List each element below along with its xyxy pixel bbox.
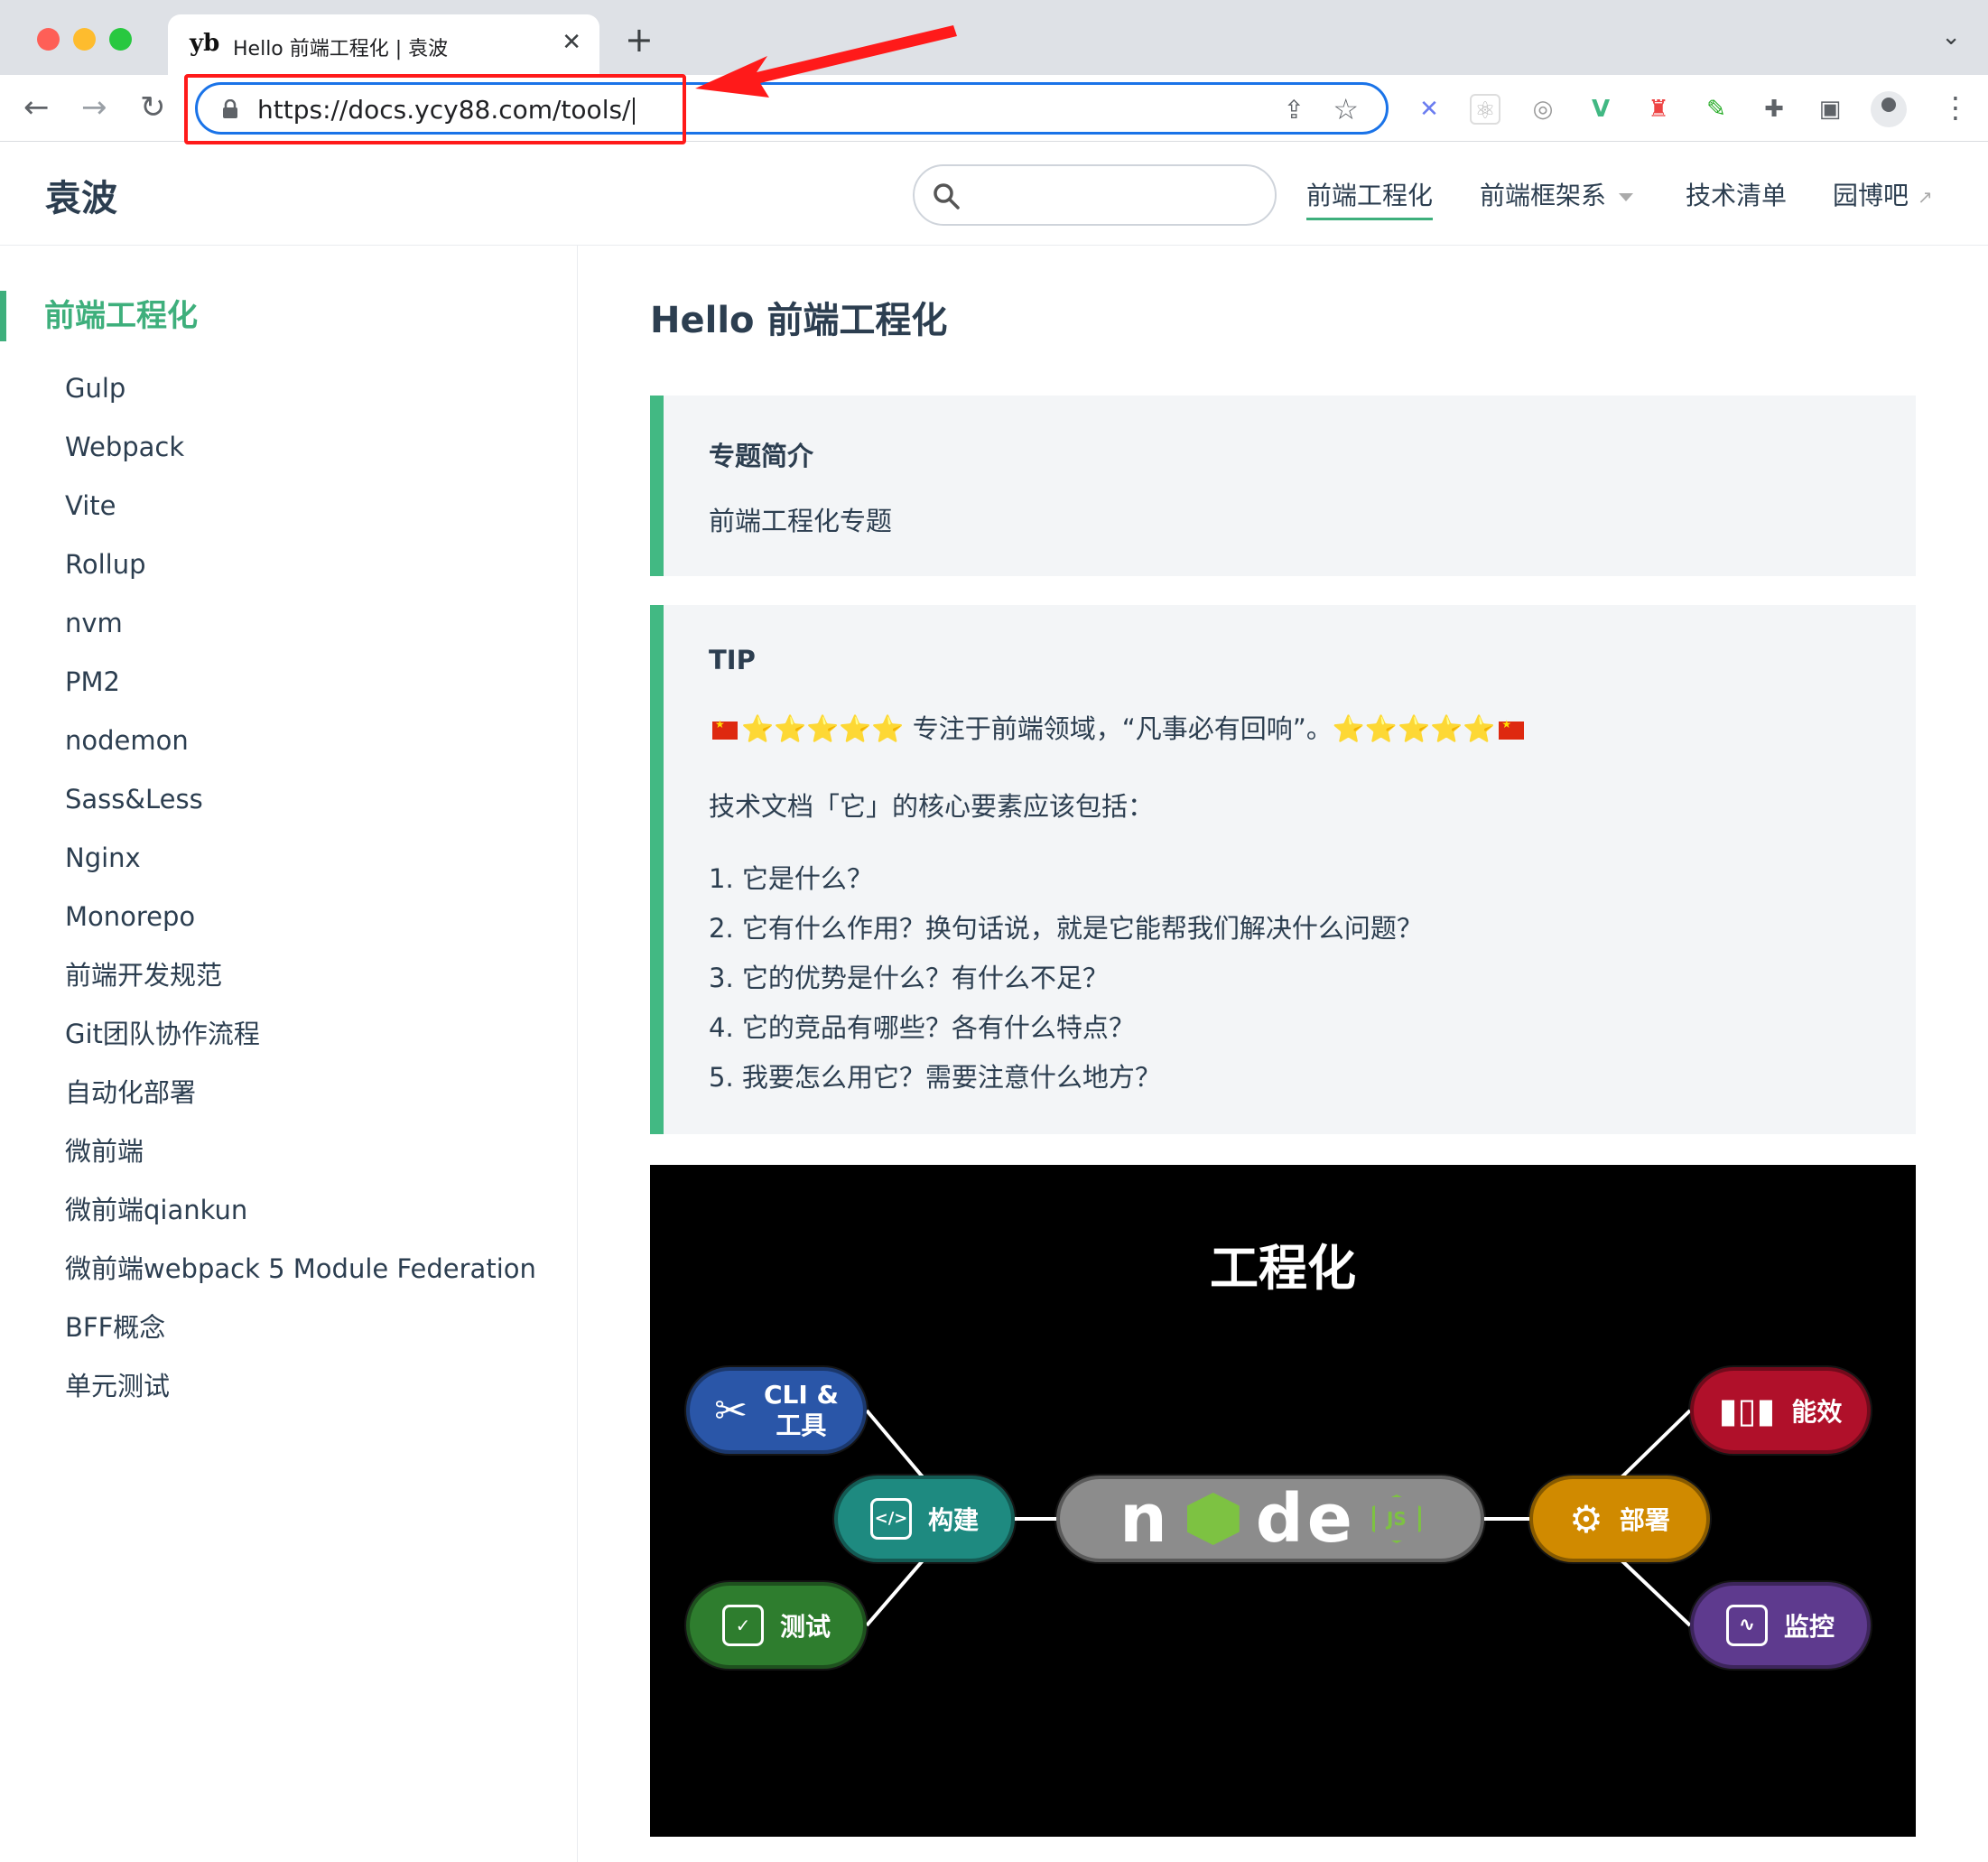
code-window-icon: </> xyxy=(869,1498,912,1540)
tip-callout: TIP ⭐⭐⭐⭐⭐ 专注于前端领域，“凡事必有回响”。⭐⭐⭐⭐⭐ 技术文档「它」… xyxy=(650,605,1916,1134)
nav-link-frameworks[interactable]: 前端框架系 xyxy=(1480,176,1634,212)
nodejs-hexagon-icon xyxy=(1186,1493,1240,1545)
diagram-node-build-label: 构建 xyxy=(927,1505,979,1535)
nav-link-frameworks-label: 前端框架系 xyxy=(1480,181,1607,210)
tip-list: 1. 它是什么？ 2. 它有什么作用？换句话说，就是它能帮我们解决什么问题？ 3. … xyxy=(709,858,1423,1106)
sidebar: 前端工程化 Gulp Webpack Vite Rollup nvm PM2 nodemon… xyxy=(0,246,578,1862)
sidebar-list: Gulp Webpack Vite Rollup nvm PM2 nodemon Sass&L… xyxy=(65,372,536,1429)
diagram-node-performance: ▮▯▮ 能效 xyxy=(1690,1367,1871,1454)
external-link-icon: ↗ xyxy=(1918,186,1933,208)
stars-left: ⭐⭐⭐⭐⭐ xyxy=(741,713,905,744)
china-flag-icon xyxy=(712,718,738,740)
sidebar-heading[interactable]: 前端工程化 xyxy=(0,291,198,341)
engineering-diagram-image: 工程化 ✂ CLI & 工具 </> 构建 ✓ 测试 ▮▯▮ 能效 ⚙ 部署 ∿… xyxy=(650,1165,1916,1837)
sidebar-item[interactable]: PM2 xyxy=(65,666,536,724)
sidebar-item[interactable]: nodemon xyxy=(65,724,536,783)
tip-motto: 专注于前端领域，“凡事必有回响”。 xyxy=(904,713,1333,744)
sidebar-item[interactable]: Sass&Less xyxy=(65,783,536,842)
nodejs-logo-n: n xyxy=(1119,1480,1171,1558)
intro-callout: 专题简介 前端工程化专题 xyxy=(650,396,1916,576)
sidebar-item[interactable]: Gulp xyxy=(65,372,536,431)
sidebar-item[interactable]: Git团队协作流程 xyxy=(65,1018,536,1076)
diagram-node-cli-label: CLI & 工具 xyxy=(763,1380,839,1440)
diagram-node-monitor-label: 监控 xyxy=(1783,1612,1835,1642)
sidebar-item[interactable]: 前端开发规范 xyxy=(65,959,536,1018)
sidebar-item[interactable]: Vite xyxy=(65,489,536,548)
sidebar-item[interactable]: Rollup xyxy=(65,548,536,607)
intro-title: 专题简介 xyxy=(709,441,814,471)
tip-list-item: 2. 它有什么作用？换句话说，就是它能帮我们解决什么问题？ xyxy=(709,913,1423,944)
sidebar-item[interactable]: 微前端qiankun xyxy=(65,1194,536,1252)
nodejs-js-badge: JS xyxy=(1371,1494,1421,1543)
diagram-node-nodejs: n node de JS xyxy=(1056,1476,1484,1562)
tip-lead: 技术文档「它」的核心要素应该包括： xyxy=(709,791,1155,822)
tip-list-item: 1. 它是什么？ xyxy=(709,863,873,894)
diagram-node-monitor: ∿ 监控 xyxy=(1690,1582,1871,1669)
tip-list-item: 3. 它的优势是什么？有什么不足？ xyxy=(709,963,1109,993)
sidebar-item[interactable]: Webpack xyxy=(65,431,536,489)
sidebar-item[interactable]: nvm xyxy=(65,607,536,666)
bar-chart-icon: ▮▯▮ xyxy=(1718,1391,1776,1430)
sidebar-item[interactable]: 微前端webpack 5 Module Federation xyxy=(65,1252,536,1311)
gear-icon: ⚙ xyxy=(1569,1496,1603,1541)
tip-title: TIP xyxy=(709,645,756,675)
nav-link-cnblogs-label: 园博吧 xyxy=(1833,181,1909,210)
search-icon xyxy=(934,183,960,209)
tip-motto-line: ⭐⭐⭐⭐⭐ 专注于前端领域，“凡事必有回响”。⭐⭐⭐⭐⭐ xyxy=(709,708,1528,746)
nodejs-logo-de: de xyxy=(1255,1480,1356,1558)
diagram-node-test: ✓ 测试 xyxy=(686,1582,867,1669)
page-title: Hello 前端工程化 xyxy=(650,300,948,341)
sidebar-item[interactable]: 自动化部署 xyxy=(65,1076,536,1135)
diagram-node-test-label: 测试 xyxy=(779,1612,831,1642)
nav-link-cnblogs[interactable]: 园博吧 ↗ xyxy=(1833,176,1933,212)
diagram-node-cli-tools: ✂ CLI & 工具 xyxy=(686,1367,867,1454)
clipboard-icon: ✓ xyxy=(721,1605,764,1646)
diagram-node-deploy: ⚙ 部署 xyxy=(1529,1476,1710,1562)
sidebar-item[interactable]: 微前端 xyxy=(65,1135,536,1194)
diagram-title: 工程化 xyxy=(1210,1240,1356,1297)
dropdown-caret-icon xyxy=(1619,192,1634,201)
monitor-icon: ∿ xyxy=(1725,1605,1768,1646)
sidebar-item[interactable]: Monorepo xyxy=(65,900,536,959)
nav-link-frontend-engineering[interactable]: 前端工程化 xyxy=(1306,176,1434,220)
intro-text: 前端工程化专题 xyxy=(709,506,893,536)
sidebar-item[interactable]: Nginx xyxy=(65,842,536,900)
diagram-node-perf-label: 能效 xyxy=(1791,1397,1843,1427)
diagram-node-deploy-label: 部署 xyxy=(1619,1505,1670,1535)
china-flag-icon xyxy=(1499,718,1525,740)
tip-list-item: 5. 我要怎么用它？需要注意什么地方？ xyxy=(709,1062,1161,1093)
nav-link-tech-list[interactable]: 技术清单 xyxy=(1686,176,1787,212)
diagram-node-build: </> 构建 xyxy=(834,1476,1015,1562)
wrench-icon: ✂ xyxy=(714,1387,748,1434)
sidebar-item[interactable]: 单元测试 xyxy=(65,1370,536,1429)
annotation-arrow-icon xyxy=(695,25,957,98)
sidebar-item[interactable]: BFF概念 xyxy=(65,1311,536,1370)
stars-right: ⭐⭐⭐⭐⭐ xyxy=(1332,713,1496,744)
tip-list-item: 4. 它的竞品有哪些？各有什么特点？ xyxy=(709,1012,1135,1043)
